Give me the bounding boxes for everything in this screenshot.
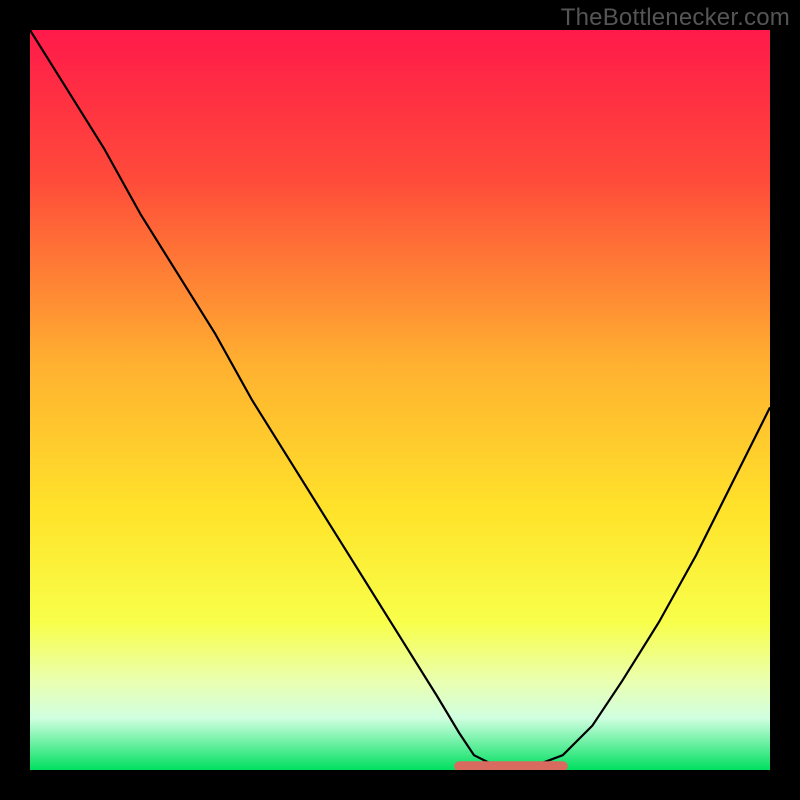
plot-area (30, 30, 770, 770)
chart-svg (30, 30, 770, 770)
chart-background (30, 30, 770, 770)
chart-frame: TheBottlenecker.com (0, 0, 800, 800)
watermark-text: TheBottlenecker.com (561, 4, 790, 32)
